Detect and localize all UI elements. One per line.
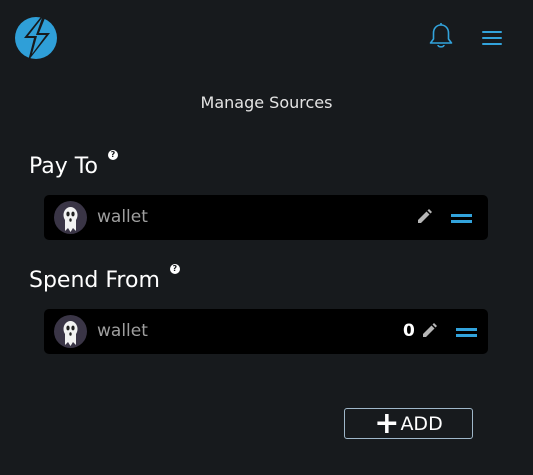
- hamburger-menu-icon[interactable]: [482, 31, 502, 45]
- drag-handle-icon[interactable]: [451, 214, 472, 223]
- wallet-avatar: [54, 201, 87, 234]
- spend-from-title: Spend From: [29, 268, 160, 293]
- help-icon[interactable]: ?: [169, 264, 180, 274]
- source-name: wallet: [97, 207, 148, 227]
- pay-to-heading: Pay To?: [29, 150, 118, 179]
- bell-icon: [429, 23, 453, 48]
- lightning-bolt-icon: [15, 13, 57, 61]
- ghost-avatar-icon: [63, 321, 78, 346]
- add-button-label: ADD: [400, 412, 443, 435]
- ghost-avatar-icon: [63, 207, 78, 232]
- spend-from-source-row[interactable]: wallet 0: [44, 309, 488, 354]
- pay-to-title: Pay To: [29, 154, 98, 179]
- notifications-button[interactable]: [428, 22, 454, 50]
- wallet-avatar: [54, 315, 87, 348]
- page-title: Manage Sources: [200, 93, 333, 112]
- help-icon[interactable]: ?: [107, 150, 118, 160]
- edit-pencil-icon[interactable]: [421, 322, 438, 339]
- spend-from-heading: Spend From?: [29, 264, 180, 293]
- plus-icon: +: [374, 405, 400, 441]
- add-source-button[interactable]: + ADD: [344, 408, 473, 439]
- edit-pencil-icon[interactable]: [416, 208, 433, 225]
- source-amount: 0: [403, 321, 415, 341]
- source-name: wallet: [97, 321, 148, 341]
- pay-to-source-row[interactable]: wallet: [44, 195, 488, 240]
- app-logo[interactable]: [14, 11, 58, 63]
- drag-handle-icon[interactable]: [456, 328, 477, 337]
